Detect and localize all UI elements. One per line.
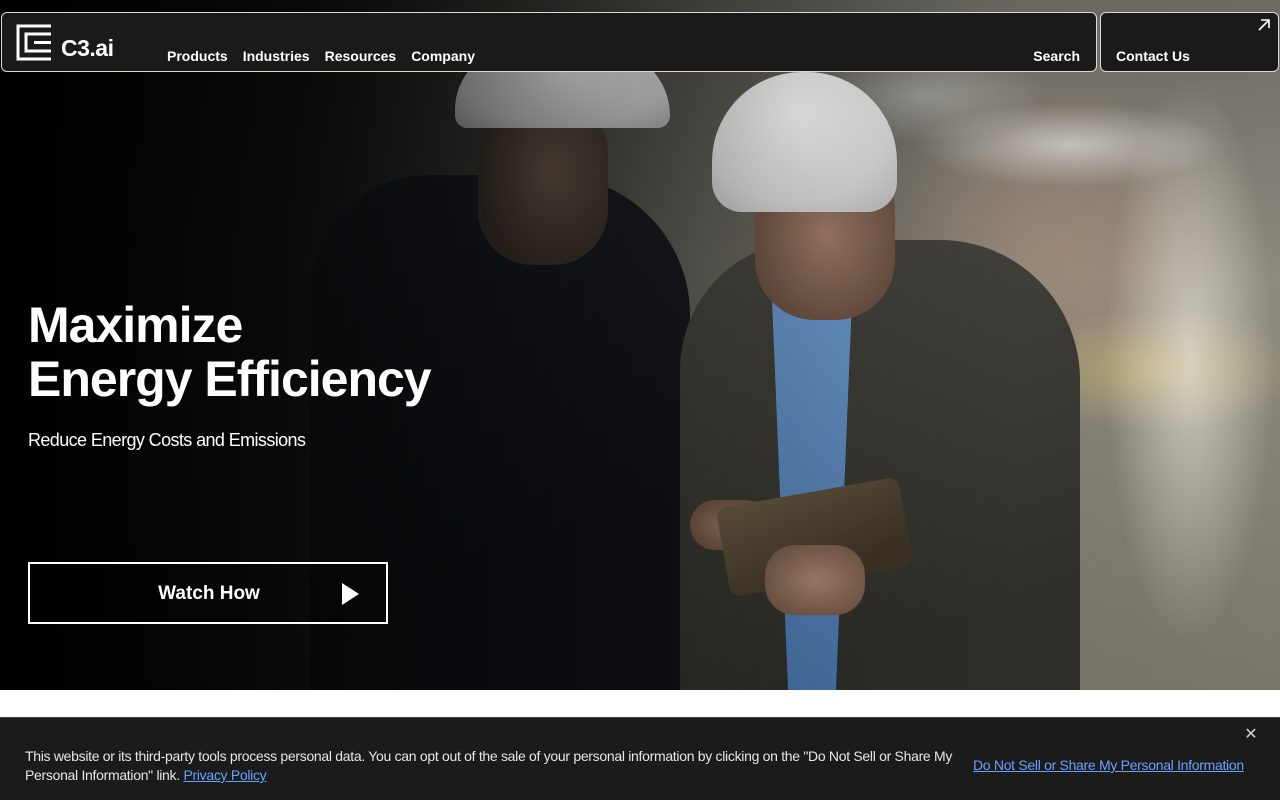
nav-item-products[interactable]: Products [167, 48, 228, 64]
logo-text: C3.ai [61, 35, 114, 61]
main-navigation: C3.ai Products Industries Resources Comp… [1, 12, 1097, 72]
cookie-banner: This website or its third-party tools pr… [0, 717, 1280, 800]
close-icon[interactable]: ✕ [1244, 727, 1258, 743]
hero-subtitle: Reduce Energy Costs and Emissions [28, 430, 306, 450]
watch-how-label: Watch How [158, 583, 260, 604]
primary-nav-links: Products Industries Resources Company [167, 48, 490, 64]
cookie-message-text: This website or its third-party tools pr… [25, 748, 953, 783]
logo-link[interactable]: C3.ai [16, 24, 114, 61]
do-not-sell-link[interactable]: Do Not Sell or Share My Personal Informa… [973, 757, 1244, 773]
privacy-policy-link[interactable]: Privacy Policy [183, 767, 266, 783]
hero-section: Maximize Energy Efficiency Reduce Energy… [0, 0, 1280, 690]
play-icon [342, 583, 359, 605]
nav-item-industries[interactable]: Industries [243, 48, 310, 64]
nav-item-company[interactable]: Company [411, 48, 475, 64]
nav-item-resources[interactable]: Resources [325, 48, 397, 64]
hero-title: Maximize Energy Efficiency [28, 297, 432, 407]
contact-us-label: Contact Us [1116, 48, 1190, 64]
watch-how-button[interactable]: Watch How [28, 562, 388, 624]
cookie-message: This website or its third-party tools pr… [25, 747, 965, 785]
search-link[interactable]: Search [1033, 48, 1080, 64]
c3-logo-icon [16, 24, 51, 61]
contact-us-button[interactable]: Contact Us [1100, 12, 1279, 72]
hero-title-line1: Maximize [28, 297, 243, 353]
hero-title-line2: Energy Efficiency [28, 351, 432, 407]
external-arrow-icon [1258, 19, 1270, 31]
